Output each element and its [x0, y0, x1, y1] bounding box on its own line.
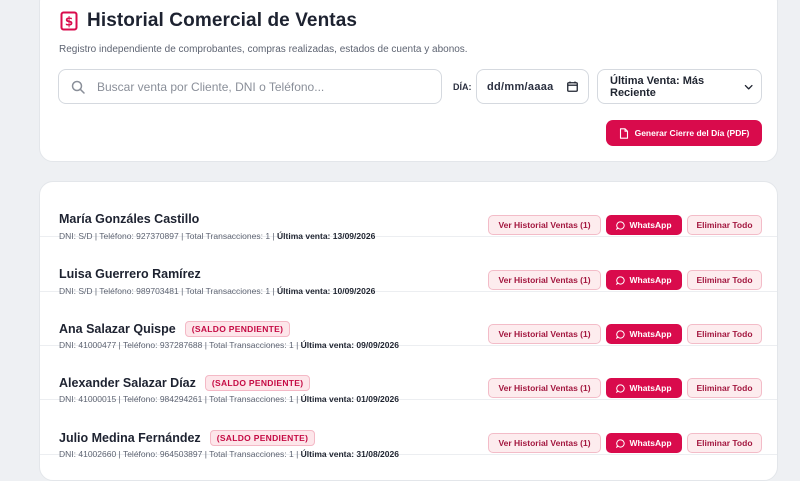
client-row: Alexander Salazar Díaz (SALDO PENDIENTE)…: [40, 345, 777, 404]
delete-all-button[interactable]: Eliminar Todo: [687, 270, 762, 290]
date-value: dd/mm/aaaa: [487, 80, 554, 93]
client-name-line: Ana Salazar Quispe (SALDO PENDIENTE): [59, 321, 291, 337]
page-subtitle: Registro independiente de comprobantes, …: [59, 44, 468, 55]
chat-bubble-icon: [616, 220, 626, 230]
chat-bubble-icon: [616, 275, 626, 285]
search-icon: [71, 80, 85, 94]
client-row: Ana Salazar Quispe (SALDO PENDIENTE) DNI…: [40, 291, 777, 350]
view-history-button[interactable]: Ver Historial Ventas (1): [488, 215, 601, 235]
pending-balance-badge: (SALDO PENDIENTE): [204, 375, 311, 391]
delete-all-button[interactable]: Eliminar Todo: [687, 433, 762, 453]
whatsapp-label: WhatsApp: [629, 329, 672, 339]
page-title: Historial Comercial de Ventas: [87, 10, 358, 31]
delete-all-button[interactable]: Eliminar Todo: [687, 378, 762, 398]
whatsapp-button[interactable]: WhatsApp: [606, 215, 682, 235]
client-name: Ana Salazar Quispe: [59, 322, 176, 336]
sort-select[interactable]: Última Venta: Más Reciente: [597, 69, 762, 104]
whatsapp-button[interactable]: WhatsApp: [606, 433, 682, 453]
clients-list-card: María Gonzáles Castillo DNI: S/D | Teléf…: [39, 181, 778, 481]
whatsapp-button[interactable]: WhatsApp: [606, 324, 682, 344]
client-name-line: Luisa Guerrero Ramírez: [59, 267, 201, 281]
whatsapp-button[interactable]: WhatsApp: [606, 378, 682, 398]
delete-all-button[interactable]: Eliminar Todo: [687, 324, 762, 344]
generate-pdf-button[interactable]: Generar Cierre del Día (PDF): [606, 120, 762, 146]
chat-bubble-icon: [616, 329, 626, 339]
client-name-line: Julio Medina Fernández (SALDO PENDIENTE): [59, 430, 316, 446]
client-name-line: María Gonzáles Castillo: [59, 212, 199, 226]
client-name-line: Alexander Salazar Díaz (SALDO PENDIENTE): [59, 375, 311, 391]
client-row: María Gonzáles Castillo DNI: S/D | Teléf…: [40, 182, 777, 241]
chat-bubble-icon: [616, 383, 626, 393]
search-box[interactable]: [58, 69, 442, 104]
svg-text:$: $: [65, 15, 73, 29]
receipt-dollar-icon: $: [60, 11, 78, 31]
filters-card: $ Historial Comercial de Ventas Registro…: [39, 0, 778, 162]
chat-bubble-icon: [616, 438, 626, 448]
whatsapp-label: WhatsApp: [629, 220, 672, 230]
document-icon: [619, 127, 628, 139]
chevron-down-icon: [744, 84, 753, 90]
search-input[interactable]: [95, 78, 441, 95]
view-history-button[interactable]: Ver Historial Ventas (1): [488, 270, 601, 290]
whatsapp-label: WhatsApp: [629, 383, 672, 393]
client-name: Luisa Guerrero Ramírez: [59, 267, 201, 281]
calendar-icon[interactable]: [567, 81, 578, 92]
pending-balance-badge: (SALDO PENDIENTE): [209, 430, 316, 446]
client-name: María Gonzáles Castillo: [59, 212, 200, 226]
page-header: $ Historial Comercial de Ventas: [60, 10, 357, 32]
whatsapp-label: WhatsApp: [629, 438, 672, 448]
generate-pdf-label: Generar Cierre del Día (PDF): [634, 128, 750, 138]
whatsapp-button[interactable]: WhatsApp: [606, 270, 682, 290]
client-name: Alexander Salazar Díaz: [59, 376, 196, 390]
pending-balance-badge: (SALDO PENDIENTE): [184, 321, 291, 337]
client-name: Julio Medina Fernández: [59, 431, 201, 445]
view-history-button[interactable]: Ver Historial Ventas (1): [488, 433, 601, 453]
sort-selected-value: Última Venta: Más Reciente: [610, 74, 705, 99]
day-label: DÍA:: [453, 82, 472, 92]
client-row: Luisa Guerrero Ramírez DNI: S/D | Teléfo…: [40, 237, 777, 296]
view-history-button[interactable]: Ver Historial Ventas (1): [488, 324, 601, 344]
whatsapp-label: WhatsApp: [629, 275, 672, 285]
date-input[interactable]: dd/mm/aaaa: [476, 69, 589, 104]
view-history-button[interactable]: Ver Historial Ventas (1): [488, 378, 601, 398]
client-row: Julio Medina Fernández (SALDO PENDIENTE)…: [40, 400, 777, 459]
delete-all-button[interactable]: Eliminar Todo: [687, 215, 762, 235]
